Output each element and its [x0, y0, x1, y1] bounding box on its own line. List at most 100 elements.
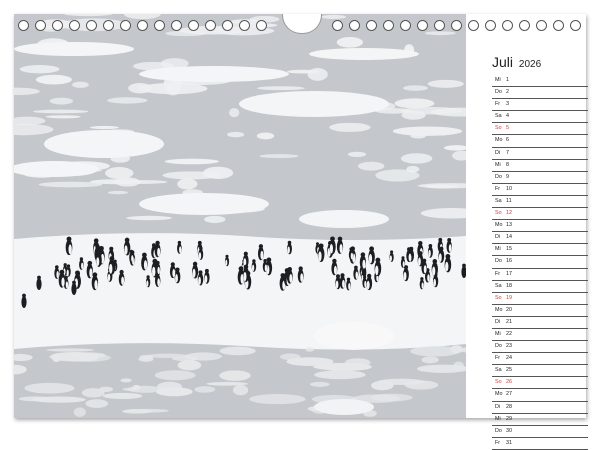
- ice-floe: [24, 382, 75, 394]
- day-row: Fr 31: [492, 438, 588, 450]
- day-row: Sa 18: [492, 281, 588, 293]
- ice-floe: [206, 381, 248, 386]
- penguin: [336, 236, 344, 254]
- penguin: [427, 244, 433, 258]
- day-row: Mo 13: [492, 220, 588, 233]
- ice-floe: [14, 42, 134, 56]
- ice-floe: [256, 86, 305, 91]
- day-number: 31: [506, 439, 512, 446]
- day-row: So 19: [492, 293, 588, 305]
- day-row: Fr 24: [492, 353, 588, 366]
- ice-floe: [122, 387, 138, 391]
- day-number: 1: [506, 77, 509, 83]
- weekday-label: Mi: [495, 77, 501, 83]
- day-row: Di 14: [492, 232, 588, 245]
- ice-floe: [184, 352, 222, 361]
- day-number: 22: [506, 330, 512, 337]
- ice-floe: [105, 167, 134, 180]
- ice-floe: [102, 392, 143, 400]
- penguin: [329, 236, 336, 255]
- penguin: [353, 265, 359, 280]
- day-row: So 5: [492, 123, 588, 136]
- day-number: 8: [506, 161, 509, 168]
- ice-floe: [72, 81, 89, 88]
- day-row: Sa 25: [492, 365, 588, 378]
- photo-scene: [14, 14, 466, 418]
- day-row: Mi 1: [492, 75, 588, 88]
- ice-floe: [313, 363, 371, 371]
- binding-ring: [536, 20, 547, 31]
- weekday-label: Fr: [495, 439, 501, 446]
- binding-ring: [485, 20, 496, 31]
- penguin: [58, 269, 66, 288]
- weekday-label: Mi: [495, 161, 501, 168]
- ice-floe: [138, 356, 154, 362]
- penguin: [331, 258, 338, 276]
- penguin: [118, 269, 125, 286]
- penguin: [362, 275, 367, 288]
- ice-floe: [314, 399, 374, 415]
- penguin: [198, 246, 204, 260]
- binding-ring: [332, 20, 343, 31]
- weekday-label: Do: [495, 89, 502, 96]
- ice-floe: [227, 131, 245, 138]
- ice-floe: [44, 130, 164, 158]
- penguin: [335, 274, 341, 290]
- weekday-label: Sa: [495, 113, 502, 120]
- ice-floe: [204, 215, 226, 224]
- penguin: [257, 244, 264, 261]
- ice-floe: [126, 215, 172, 221]
- weekday-label: So: [495, 294, 502, 301]
- day-number: 2: [506, 89, 509, 96]
- weekday-label: Mo: [495, 306, 503, 313]
- penguin: [154, 240, 161, 258]
- day-number: 13: [506, 222, 512, 229]
- hanger-hole: [282, 14, 322, 34]
- weekday-label: Do: [495, 173, 502, 180]
- weekday-label: Di: [495, 403, 501, 410]
- penguin: [66, 264, 71, 277]
- ice-floe: [139, 193, 269, 215]
- day-row: Mo 20: [492, 305, 588, 317]
- ice-floe: [314, 370, 366, 380]
- penguin: [71, 280, 77, 295]
- day-number: 19: [506, 294, 512, 301]
- penguin: [262, 259, 268, 272]
- day-number: 27: [506, 391, 512, 398]
- binding-ring: [468, 20, 479, 31]
- penguin: [192, 261, 199, 279]
- weekday-label: Fr: [495, 185, 501, 192]
- binding-ring: [417, 20, 428, 31]
- penguin: [368, 246, 375, 265]
- ice-floe: [377, 378, 426, 386]
- ice-floe: [357, 161, 385, 171]
- day-row: Mi 8: [492, 160, 588, 172]
- calendar-page: Juli 2026 Mi 1 Do 2 Fr 3 Sa 4 So 5 Mo 6 Di 7 Mi 8 Do 9 Fr 1…: [14, 14, 588, 450]
- day-list: Mi 1 Do 2 Fr 3 Sa 4 So 5 Mo 6 Di 7 Mi 8 Do 9 Fr 10 Sa 11 So 12 M…: [492, 75, 588, 450]
- ice-floe: [400, 153, 433, 164]
- ice-floe: [194, 386, 216, 393]
- day-row: Di 28: [492, 402, 588, 414]
- binding-ring: [256, 20, 267, 31]
- penguin: [141, 252, 148, 271]
- weekday-label: Fr: [495, 355, 501, 362]
- ice-floe: [219, 370, 251, 381]
- binding-ring: [86, 20, 97, 31]
- penguin: [297, 266, 304, 283]
- weekday-label: So: [495, 125, 502, 132]
- binding-ring: [222, 20, 233, 31]
- binding-ring: [171, 20, 182, 31]
- penguin: [86, 260, 93, 279]
- ice-floe: [314, 322, 394, 350]
- penguin: [145, 275, 151, 288]
- penguin: [348, 247, 354, 260]
- binding-ring: [400, 20, 411, 31]
- binding-ring: [570, 20, 581, 31]
- day-number: 26: [506, 379, 512, 386]
- penguin: [65, 236, 73, 256]
- weekday-label: Di: [495, 149, 501, 156]
- weekday-label: Mi: [495, 330, 501, 337]
- day-row: Mi 15: [492, 244, 588, 257]
- ice-floe: [106, 97, 148, 104]
- day-row: Fr 17: [492, 269, 588, 281]
